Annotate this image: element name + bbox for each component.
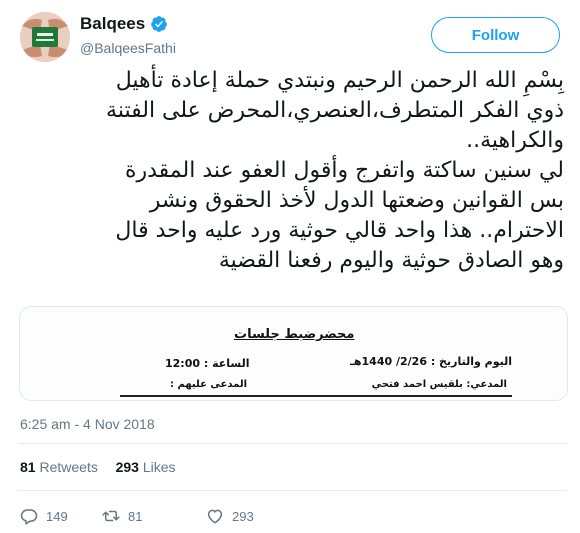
document-day-date: اليوم والتاريخ : 2/26/ 1440هـ: [350, 355, 512, 368]
reply-button[interactable]: 149: [20, 507, 102, 525]
retweet-icon: [102, 510, 120, 522]
retweets-count: 81: [20, 459, 36, 475]
tweet-text: بِسْمِ الله الرحمن الرحيم ونبتدي حملة إع…: [18, 66, 564, 276]
reply-icon: [20, 509, 38, 525]
divider: [18, 443, 567, 444]
tweet-line: والكراهية..: [466, 128, 564, 153]
like-count: 293: [232, 508, 254, 524]
document-rule: [120, 395, 512, 397]
follow-button[interactable]: Follow: [431, 17, 560, 53]
tweet-line: لي سنين ساكتة واتفرج وأقول العفو عند الم…: [124, 158, 564, 183]
tweet-line: بس القوانين وضعتها الدول لأخذ الحقوق ونش…: [149, 188, 564, 213]
like-icon: [207, 509, 223, 524]
retweets-label: Retweets: [39, 459, 98, 475]
action-bar: 149 81 293: [20, 506, 254, 526]
author-name[interactable]: Balqees: [80, 14, 145, 34]
document-defendant: المدعى عليهم :: [170, 379, 248, 390]
likes-stat[interactable]: 293 Likes: [116, 459, 176, 475]
verified-badge-icon: [151, 16, 168, 32]
tweet-line: ذوي الفكر المتطرف،العنصري،المحرض على الف…: [106, 98, 564, 123]
reply-count: 149: [46, 508, 68, 524]
retweets-stat[interactable]: 81 Retweets: [20, 459, 98, 475]
retweet-button[interactable]: 81: [102, 507, 206, 525]
author-name-row[interactable]: Balqees: [80, 14, 168, 34]
document-title: محضرضبط جلسات: [234, 327, 355, 342]
tweet-timestamp[interactable]: 6:25 am - 4 Nov 2018: [20, 416, 155, 432]
tweet-line: الاحترام.. هذا واحد قالي حوثية ورد عليه …: [115, 218, 564, 243]
author-handle[interactable]: @BalqeesFathi: [80, 40, 176, 56]
retweet-count: 81: [128, 508, 143, 524]
divider: [18, 490, 567, 491]
attached-document-image[interactable]: محضرضبط جلسات اليوم والتاريخ : 2/26/ 144…: [19, 306, 568, 401]
tweet-line: بِسْمِ الله الرحمن الرحيم ونبتدي حملة إع…: [115, 68, 564, 93]
likes-label: Likes: [142, 459, 176, 475]
avatar-flag-image: [20, 12, 70, 62]
tweet-line: وهو الصادق حوثية واليوم رفعنا القضية: [218, 248, 564, 273]
avatar[interactable]: [20, 12, 70, 62]
document-hour: الساعة : 12:00: [165, 357, 250, 370]
document-plaintiff: المدعي: بلقيس احمد فتحي: [371, 379, 507, 390]
engagement-stats: 81 Retweets 293 Likes: [20, 459, 176, 475]
like-button[interactable]: 293: [206, 507, 254, 525]
likes-count: 293: [115, 459, 139, 475]
